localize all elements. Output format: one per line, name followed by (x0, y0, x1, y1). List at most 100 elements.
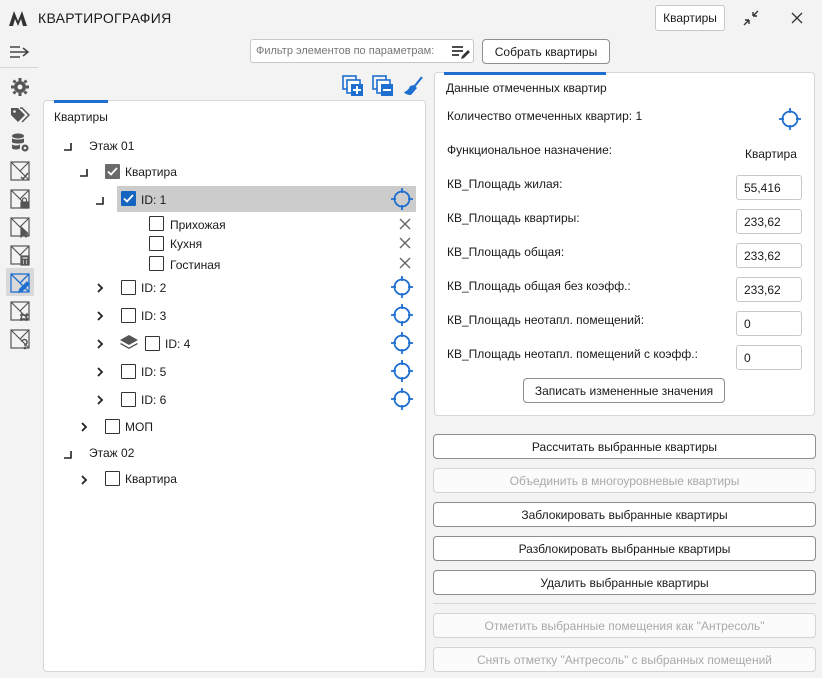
expand-all-icon[interactable] (342, 75, 364, 97)
field-label-unheated-area-coef: КВ_Площадь неотапл. помещений с коэфф.: (447, 347, 698, 361)
gear-icon[interactable] (9, 76, 31, 98)
field-label-total-area: КВ_Площадь общая: (447, 245, 565, 259)
context-button[interactable]: Квартиры (655, 5, 725, 31)
checkbox-room-kitchen[interactable] (149, 236, 164, 251)
sheet-edit-icon[interactable] (9, 272, 31, 294)
tree-node-room-kitchen[interactable]: Кухня (170, 237, 202, 251)
field-label-total-area-no-coef: КВ_Площадь общая без коэфф.: (447, 279, 631, 293)
chevron-right-icon[interactable] (80, 421, 90, 433)
marked-count-label: Количество отмеченных квартир: 1 (447, 109, 643, 123)
expanded-arrow-icon[interactable] (96, 194, 106, 205)
checkbox-id-2[interactable] (121, 280, 136, 295)
expanded-arrow-icon[interactable] (64, 448, 74, 459)
tree-node-id-4[interactable]: ID: 4 (165, 337, 190, 351)
remove-room-icon[interactable] (399, 257, 411, 269)
details-tab-indicator (444, 72, 606, 75)
tags-icon[interactable] (9, 104, 31, 126)
tree-node-id-5[interactable]: ID: 5 (141, 365, 166, 379)
checkbox-id-6[interactable] (121, 392, 136, 407)
locate-icon[interactable] (391, 188, 413, 210)
locate-icon[interactable] (391, 360, 413, 382)
chevron-right-icon[interactable] (96, 282, 106, 294)
field-label-unheated-area: КВ_Площадь неотапл. помещений: (447, 313, 645, 327)
checkbox-apartment-floor-02[interactable] (105, 471, 120, 486)
collect-apartments-button[interactable]: Собрать квартиры (482, 39, 610, 64)
delete-apartments-button[interactable]: Удалить выбранные квартиры (433, 570, 816, 595)
tree-node-id-1[interactable]: ID: 1 (141, 193, 166, 207)
locate-icon[interactable] (391, 276, 413, 298)
collapse-all-icon[interactable] (372, 75, 394, 97)
locate-icon[interactable] (391, 388, 413, 410)
checkbox-room-living[interactable] (149, 256, 164, 271)
collapse-panel-icon[interactable] (9, 41, 31, 63)
tree-node-id-6[interactable]: ID: 6 (141, 393, 166, 407)
save-changed-values-button[interactable]: Записать измененные значения (523, 378, 725, 403)
unlock-apartments-button[interactable]: Разблокировать выбранные квартиры (433, 536, 816, 561)
field-input-total-area[interactable]: 233,62 (736, 243, 802, 268)
unmark-mezzanine-button[interactable]: Снять отметку "Антресоль" с выбранных по… (433, 647, 816, 672)
calculate-apartments-button[interactable]: Рассчитать выбранные квартиры (433, 434, 816, 459)
sheet-calculator-icon[interactable] (9, 244, 31, 266)
remove-room-icon[interactable] (399, 218, 411, 230)
title-bar: КВАРТИРОГРАФИЯ Квартиры (0, 0, 822, 36)
function-label: Функциональное назначение: (447, 143, 613, 157)
mark-mezzanine-button[interactable]: Отметить выбранные помещения как "Антрес… (433, 613, 816, 638)
checkbox-apartment-group[interactable] (105, 164, 120, 179)
chevron-right-icon[interactable] (96, 366, 106, 378)
field-input-unheated-area[interactable]: 0 (736, 311, 802, 336)
tab-apartments[interactable]: Квартиры (54, 110, 108, 124)
filter-box (250, 39, 474, 63)
sidebar-divider (0, 67, 38, 68)
field-input-total-area-no-coef[interactable]: 233,62 (736, 277, 802, 302)
tab-marked-apartments-data[interactable]: Данные отмеченных квартир (446, 81, 607, 95)
checkbox-id-3[interactable] (121, 308, 136, 323)
tree-tab-indicator (54, 100, 108, 103)
checkbox-id-5[interactable] (121, 364, 136, 379)
tree-node-apartment[interactable]: Квартира (125, 165, 177, 179)
checkbox-id-4[interactable] (145, 336, 160, 351)
sheet-question-icon[interactable] (9, 328, 31, 350)
tree-node-mop[interactable]: МОП (125, 420, 153, 434)
checkbox-room-hall[interactable] (149, 216, 164, 231)
field-input-unheated-area-coef[interactable]: 0 (736, 345, 802, 370)
chevron-right-icon[interactable] (80, 474, 90, 486)
field-input-apartment-area[interactable]: 233,62 (736, 209, 802, 234)
sidebar (0, 36, 38, 678)
chevron-right-icon[interactable] (96, 310, 106, 322)
tree-node-room-hall[interactable]: Прихожая (170, 218, 226, 232)
sheet-pointer-icon[interactable] (9, 216, 31, 238)
expanded-arrow-icon[interactable] (64, 140, 74, 151)
field-label-living-area: КВ_Площадь жилая: (447, 177, 563, 191)
clear-selection-broom-icon[interactable] (402, 75, 424, 97)
locate-icon[interactable] (391, 332, 413, 354)
window-title: КВАРТИРОГРАФИЯ (38, 10, 172, 26)
checkbox-id-1[interactable] (121, 191, 136, 206)
expanded-arrow-icon[interactable] (80, 166, 90, 177)
sheet-number-icon[interactable] (9, 300, 31, 322)
field-label-apartment-area: КВ_Площадь квартиры: (447, 211, 580, 225)
tree-node-id-3[interactable]: ID: 3 (141, 309, 166, 323)
filter-edit-icon[interactable] (451, 43, 471, 61)
database-settings-icon[interactable] (9, 132, 31, 154)
app-logo-icon (8, 9, 28, 27)
tree-node-floor-02[interactable]: Этаж 02 (89, 446, 134, 460)
close-icon[interactable] (786, 8, 808, 28)
sheet-check-icon[interactable] (9, 160, 31, 182)
locate-icon[interactable] (391, 304, 413, 326)
locate-icon[interactable] (779, 108, 801, 130)
lock-apartments-button[interactable]: Заблокировать выбранные квартиры (433, 502, 816, 527)
tree-node-room-living[interactable]: Гостиная (170, 258, 220, 272)
tree-node-apartment-floor-02[interactable]: Квартира (125, 472, 177, 486)
tree-node-floor-01[interactable]: Этаж 01 (89, 139, 134, 153)
chevron-right-icon[interactable] (96, 394, 106, 406)
filter-input[interactable] (256, 43, 446, 59)
tree-node-id-2[interactable]: ID: 2 (141, 281, 166, 295)
field-input-living-area[interactable]: 55,416 (736, 175, 802, 200)
merge-multilevel-button[interactable]: Объединить в многоуровневые квартиры (433, 468, 816, 493)
remove-room-icon[interactable] (399, 237, 411, 249)
restore-icon[interactable] (740, 8, 762, 28)
chevron-right-icon[interactable] (96, 338, 106, 350)
checkbox-mop[interactable] (105, 419, 120, 434)
sheet-lock-icon[interactable] (9, 188, 31, 210)
actions-divider (433, 603, 816, 604)
